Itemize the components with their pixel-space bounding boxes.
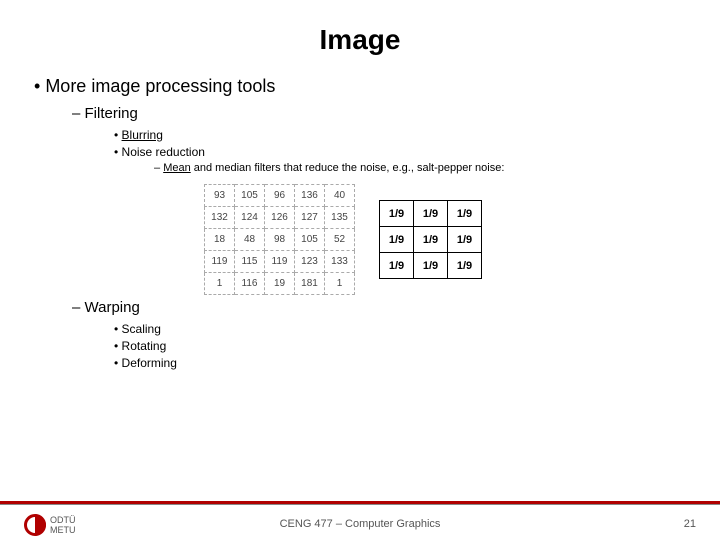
table-row: 1/91/91/9 <box>380 253 482 279</box>
bullet-mean: Mean and median filters that reduce the … <box>154 162 696 174</box>
cell: 116 <box>235 273 265 295</box>
bullet-blurring: Blurring <box>114 128 696 142</box>
table-row: 1/91/91/9 <box>380 201 482 227</box>
cell: 1/9 <box>414 201 448 227</box>
table-row: 1/91/91/9 <box>380 227 482 253</box>
cell: 93 <box>205 185 235 207</box>
table-row: 1116191811 <box>205 273 355 295</box>
cell: 1 <box>205 273 235 295</box>
mean-rest: and median filters that reduce the noise… <box>191 162 505 174</box>
tables-row: 931059613640 132124126127135 18489810552… <box>204 184 696 295</box>
footer-course: CENG 477 – Computer Graphics <box>0 518 720 530</box>
kernel-grid: 1/91/91/9 1/91/91/9 1/91/91/9 <box>379 200 482 279</box>
cell: 135 <box>325 207 355 229</box>
blurring-text: Blurring <box>122 128 163 142</box>
bullet-rotating: Rotating <box>114 339 696 353</box>
cell: 1/9 <box>448 227 482 253</box>
cell: 1/9 <box>414 227 448 253</box>
cell: 1/9 <box>448 201 482 227</box>
cell: 181 <box>295 273 325 295</box>
footer-divider <box>0 501 720 504</box>
cell: 1/9 <box>448 253 482 279</box>
cell: 115 <box>235 251 265 273</box>
bullet-deforming: Deforming <box>114 356 696 370</box>
cell: 48 <box>235 229 265 251</box>
cell: 127 <box>295 207 325 229</box>
cell: 1/9 <box>380 253 414 279</box>
bullet-scaling: Scaling <box>114 322 696 336</box>
cell: 119 <box>265 251 295 273</box>
bullet-noise: Noise reduction <box>114 145 696 159</box>
cell: 119 <box>205 251 235 273</box>
cell: 123 <box>295 251 325 273</box>
cell: 126 <box>265 207 295 229</box>
table-row: 18489810552 <box>205 229 355 251</box>
cell: 1/9 <box>414 253 448 279</box>
cell: 1/9 <box>380 201 414 227</box>
cell: 124 <box>235 207 265 229</box>
table-row: 119115119123133 <box>205 251 355 273</box>
pixel-grid: 931059613640 132124126127135 18489810552… <box>204 184 355 295</box>
table-row: 931059613640 <box>205 185 355 207</box>
bullet-filtering: Filtering <box>72 105 696 122</box>
cell: 132 <box>205 207 235 229</box>
cell: 105 <box>235 185 265 207</box>
cell: 105 <box>295 229 325 251</box>
table-row: 132124126127135 <box>205 207 355 229</box>
mean-prefix: Mean <box>163 162 191 174</box>
bullet-main: More image processing tools <box>34 76 696 97</box>
cell: 1/9 <box>380 227 414 253</box>
cell: 98 <box>265 229 295 251</box>
cell: 40 <box>325 185 355 207</box>
cell: 133 <box>325 251 355 273</box>
slide: Image More image processing tools Filter… <box>0 0 720 540</box>
cell: 19 <box>265 273 295 295</box>
page-number: 21 <box>684 518 696 530</box>
cell: 136 <box>295 185 325 207</box>
cell: 52 <box>325 229 355 251</box>
cell: 1 <box>325 273 355 295</box>
bullet-warping: Warping <box>72 299 696 316</box>
slide-title: Image <box>24 24 696 56</box>
cell: 96 <box>265 185 295 207</box>
cell: 18 <box>205 229 235 251</box>
